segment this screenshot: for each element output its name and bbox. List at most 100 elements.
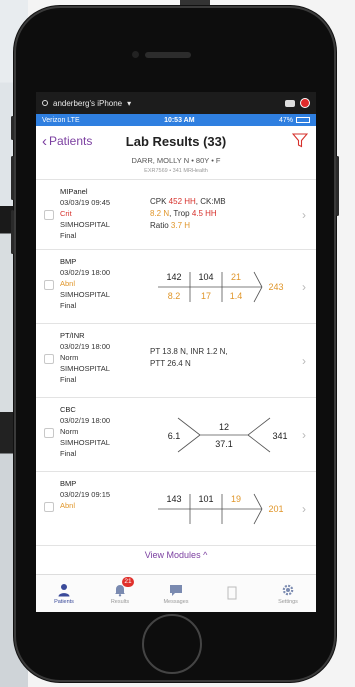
result-values: PT 13.8 N, INR 1.2 N, PTT 26.4 N <box>150 324 302 397</box>
tab-documents[interactable] <box>204 575 260 612</box>
select-checkbox[interactable] <box>44 428 54 438</box>
volume-up-button <box>11 156 14 200</box>
result-info: BMP 03/02/19 18:00 Abnl SIMHOSPITAL Fina… <box>60 250 150 323</box>
tab-settings[interactable]: Settings <box>260 575 316 612</box>
result-facility: SIMHOSPITAL <box>60 364 110 373</box>
result-status: Norm <box>60 427 79 436</box>
result-datetime: 03/02/19 18:00 <box>60 342 111 351</box>
view-modules-button[interactable]: View Modules ^ <box>36 550 316 568</box>
chevron-right-icon: › <box>302 427 306 442</box>
glucose-value: 201 <box>268 504 284 514</box>
test-name: BMP <box>60 479 77 488</box>
list-item[interactable]: BMP 03/02/19 09:15 Abnl 143 101 19 201 › <box>36 472 316 546</box>
select-checkbox[interactable] <box>44 354 54 364</box>
result-datetime: 03/02/19 18:00 <box>60 416 111 425</box>
chevron-right-icon: › <box>302 501 306 516</box>
patient-name: DARR, MOLLY N • 80Y • F <box>131 156 221 165</box>
co2-value: 17 <box>200 291 211 301</box>
coag-line-1: PT 13.8 N, INR 1.2 N, <box>150 347 228 356</box>
glucose-value: 243 <box>268 282 284 292</box>
clock: 10:53 AM <box>164 116 195 124</box>
result-state: Final <box>60 449 77 458</box>
mirror-device-name: anderberg's iPhone <box>53 98 123 108</box>
list-item[interactable]: BMP 03/02/19 18:00 Abnl SIMHOSPITAL Fina… <box>36 250 316 324</box>
list-item[interactable]: MIPanel 03/03/19 09:45 Crit SIMHOSPITAL … <box>36 180 316 250</box>
bmp-fishbone: 142 104 21 8.2 17 1.4 243 <box>150 250 302 323</box>
gear-icon <box>282 584 294 595</box>
list-item[interactable]: CBC 03/02/19 18:00 Norm SIMHOSPITAL Fina… <box>36 398 316 472</box>
test-name: PT/INR <box>60 331 85 340</box>
tab-results[interactable]: 21 Results <box>92 575 148 612</box>
result-status: Abnl <box>60 279 76 288</box>
wbc-value: 6.1 <box>167 431 181 441</box>
result-values: CPK 452 HH, CK:MB 8.2 N, Trop 4.5 HH Rat… <box>150 197 226 230</box>
result-datetime: 03/02/19 09:15 <box>60 490 111 499</box>
result-state: Final <box>60 375 77 384</box>
screen-mirror-bar: anderberg's iPhone ▾ <box>36 92 316 114</box>
battery-percent: 47% <box>278 116 293 124</box>
patient-identifiers: EXR7569 • 341 MRHealth <box>144 168 208 174</box>
earpiece-speaker <box>145 52 191 58</box>
ios-status-bar: Verizon LTE 10:53 AM 47% <box>36 114 316 126</box>
result-datetime: 03/03/19 09:45 <box>60 198 111 207</box>
sodium-value: 142 <box>166 272 182 282</box>
platelet-value: 341 <box>272 431 288 441</box>
result-facility: SIMHOSPITAL <box>60 438 110 447</box>
hemoglobin-value: 12 <box>218 422 229 432</box>
result-info: MIPanel 03/03/19 09:45 Crit SIMHOSPITAL … <box>60 180 150 249</box>
select-checkbox[interactable] <box>44 210 54 220</box>
filter-icon[interactable] <box>292 133 308 148</box>
result-status: Abnl <box>60 501 76 510</box>
volume-down-button <box>11 210 14 254</box>
bmp-fishbone: 143 101 19 201 <box>150 472 302 545</box>
select-checkbox[interactable] <box>44 502 54 512</box>
result-info: CBC 03/02/19 18:00 Norm SIMHOSPITAL Fina… <box>60 398 150 471</box>
sodium-value: 143 <box>166 494 182 504</box>
chat-icon <box>170 584 182 596</box>
creatinine-value: 1.4 <box>229 291 243 301</box>
list-item[interactable]: PT/INR 03/02/19 18:00 Norm SIMHOSPITAL F… <box>36 324 316 398</box>
test-name: MIPanel <box>60 187 88 196</box>
results-badge: 21 <box>122 577 134 587</box>
person-icon <box>58 583 70 596</box>
iphone-frame: anderberg's iPhone ▾ Verizon LTE 10:53 A… <box>11 6 339 682</box>
trop-value: 4.5 HH <box>191 209 217 218</box>
test-name: BMP <box>60 257 77 266</box>
chevron-right-icon: › <box>302 353 306 368</box>
tab-messages[interactable]: Messages <box>148 575 204 612</box>
battery-icon <box>296 117 310 123</box>
chloride-value: 104 <box>198 272 214 282</box>
chevron-left-icon: ‹ <box>42 132 47 150</box>
cpk-value: 452 HH <box>168 197 196 206</box>
result-status: Crit <box>60 209 72 218</box>
potassium-value: 8.2 <box>167 291 181 301</box>
back-label: Patients <box>49 134 93 148</box>
result-state: Final <box>60 301 77 310</box>
result-status: Norm <box>60 353 79 362</box>
coag-line-2: PTT 26.4 N <box>150 359 191 368</box>
chloride-value: 101 <box>198 494 214 504</box>
tab-patients[interactable]: Patients <box>36 575 92 612</box>
mute-switch <box>11 116 14 140</box>
bun-value: 21 <box>230 272 241 282</box>
result-state: Final <box>60 231 77 240</box>
front-camera <box>132 51 139 58</box>
lab-results-list: MIPanel 03/03/19 09:45 Crit SIMHOSPITAL … <box>36 180 316 546</box>
chevron-right-icon: › <box>302 279 306 294</box>
ckmb-value: 8.2 N <box>150 209 170 218</box>
result-facility: SIMHOSPITAL <box>60 290 110 299</box>
power-button <box>336 156 339 216</box>
select-checkbox[interactable] <box>44 280 54 290</box>
record-button[interactable] <box>300 98 310 108</box>
camera-icon[interactable] <box>285 99 295 107</box>
cbc-fishbone: 6.1 12 37.1 341 <box>150 398 302 471</box>
back-button[interactable]: ‹ Patients <box>42 133 92 150</box>
bun-value: 19 <box>230 494 241 504</box>
test-name: CBC <box>60 405 76 414</box>
home-button[interactable] <box>142 614 202 674</box>
scene: anderberg's iPhone ▾ Verizon LTE 10:53 A… <box>0 0 355 687</box>
result-info: PT/INR 03/02/19 18:00 Norm SIMHOSPITAL F… <box>60 324 150 397</box>
document-icon <box>227 586 237 599</box>
hematocrit-value: 37.1 <box>215 439 233 449</box>
carrier-label: Verizon LTE <box>42 116 80 124</box>
